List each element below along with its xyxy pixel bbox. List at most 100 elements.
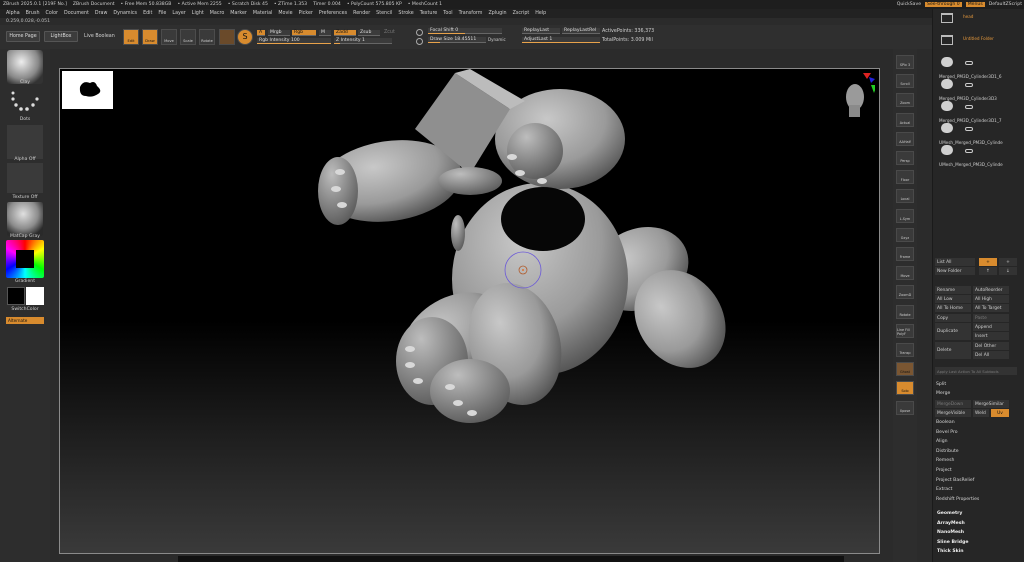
viewport-canvas[interactable]	[59, 68, 880, 554]
section-boolean[interactable]: Boolean	[936, 420, 955, 425]
new-folder-button[interactable]: New Folder	[935, 267, 975, 275]
shelf-button-zoom[interactable]: Zoom	[896, 93, 914, 108]
palette-thick-skin[interactable]: Thick Skin	[937, 549, 964, 554]
uv-button[interactable]: Uv	[991, 409, 1009, 417]
stroke-thumbnail[interactable]	[7, 87, 43, 117]
add-subtool-button[interactable]: +	[979, 258, 997, 266]
menu-dynamics[interactable]: Dynamics	[113, 11, 137, 16]
switch-color-button[interactable]: SwitchColor	[0, 307, 50, 312]
zadd-button[interactable]: Zadd	[334, 30, 356, 36]
menu-document[interactable]: Document	[64, 11, 89, 16]
shelf-button-persp[interactable]: Persp	[896, 151, 914, 165]
focal-shift-slider[interactable]: Focal Shift 0	[428, 28, 502, 34]
dynamic-button[interactable]: Dynamic	[488, 37, 506, 42]
replay-last-rel-button[interactable]: ReplayLastRel	[562, 28, 600, 34]
apply-last-action-button[interactable]: Apply Last Action To All Subtools	[935, 367, 1017, 375]
palette-sline-bridge[interactable]: Sline Bridge	[937, 540, 968, 545]
subtool-item[interactable]: head	[935, 11, 1023, 35]
palette-arraymesh[interactable]: ArrayMesh	[937, 521, 965, 526]
subtool-item[interactable]: UMesh_Merged_PM3D_Cylinde	[935, 121, 1023, 145]
section-extract[interactable]: Extract	[936, 487, 952, 492]
visibility-eye-icon[interactable]	[965, 149, 973, 153]
paste-button[interactable]: Paste	[973, 314, 1009, 322]
section-project[interactable]: Project	[936, 468, 952, 473]
alpha-thumbnail[interactable]	[7, 125, 43, 159]
menu-texture[interactable]: Texture	[420, 11, 438, 16]
section-project-basrelief[interactable]: Project BasRelief	[936, 478, 974, 483]
quicksave-button[interactable]: QuickSave	[897, 2, 921, 7]
draw-size-slider[interactable]: Draw Size 18.45511	[428, 37, 486, 43]
zcut-button[interactable]: Zcut	[384, 30, 395, 35]
delete-button[interactable]: Delete	[935, 342, 971, 359]
shelf-button-zoomd[interactable]: ZoomD	[896, 285, 914, 300]
menu-render[interactable]: Render	[353, 11, 370, 16]
menu-alpha[interactable]: Alpha	[6, 11, 20, 16]
material-thumbnail[interactable]	[7, 202, 43, 236]
shelf-button-line-fill-polyf[interactable]: Line Fill PolyF	[896, 323, 914, 338]
menu-transform[interactable]: Transform	[459, 11, 483, 16]
menu-tool[interactable]: Tool	[443, 11, 452, 16]
menu-movie[interactable]: Movie	[278, 11, 292, 16]
subtool-item[interactable]: Untitled Folder	[935, 33, 1023, 57]
merge-similar-button[interactable]: MergeSimilar	[973, 400, 1009, 408]
all-to-home-button[interactable]: All To Home	[935, 304, 971, 312]
all-low-button[interactable]: All Low	[935, 295, 971, 303]
shelf-button-local[interactable]: Local	[896, 189, 914, 204]
menu-brush[interactable]: Brush	[26, 11, 40, 16]
menu-help[interactable]: Help	[535, 11, 546, 16]
insert-button[interactable]: Insert	[973, 332, 1009, 340]
s-stroke-icon[interactable]: S	[237, 29, 253, 45]
brush-thumbnail[interactable]	[7, 50, 43, 84]
menu-preferences[interactable]: Preferences	[319, 11, 347, 16]
zsub-button[interactable]: Zsub	[358, 30, 380, 36]
draw-size-toggle-icon[interactable]	[416, 38, 423, 45]
orientation-head-icon[interactable]	[835, 71, 875, 121]
copy-button[interactable]: Copy	[935, 314, 971, 322]
menu-edit[interactable]: Edit	[143, 11, 152, 16]
menu-file[interactable]: File	[158, 11, 166, 16]
shelf-button-rotate[interactable]: Rotate	[896, 304, 914, 319]
section-remesh[interactable]: Remesh	[936, 458, 954, 463]
weld-button[interactable]: Weld	[973, 409, 989, 417]
shelf-button-frame[interactable]: Frame	[896, 247, 914, 261]
shelf-button-gxyz[interactable]: Gxyz	[896, 227, 914, 242]
menu-stencil[interactable]: Stencil	[376, 11, 392, 16]
rgb-button[interactable]: Rgb	[292, 30, 316, 36]
list-all-button[interactable]: List All	[935, 258, 975, 266]
del-other-button[interactable]: Del Other	[973, 342, 1009, 350]
section-distribute[interactable]: Distribute	[936, 449, 959, 454]
menus-button[interactable]: Menus	[965, 2, 985, 7]
menu-zplugin[interactable]: Zplugin	[488, 11, 506, 16]
lightbox-button[interactable]: LightBox	[44, 31, 78, 42]
split-section[interactable]: Split	[936, 382, 946, 387]
rgb-intensity-slider[interactable]: Rgb Intensity 100	[257, 38, 331, 44]
shelf-button-transp[interactable]: Transp	[896, 343, 914, 357]
rename-button[interactable]: Rename	[935, 286, 971, 294]
scale-button[interactable]: Scale	[180, 29, 196, 45]
rotate-button[interactable]: Rotate	[199, 29, 215, 45]
material-sphere-icon[interactable]	[219, 29, 235, 45]
focal-toggle-icon[interactable]	[416, 29, 423, 36]
menu-macro[interactable]: Macro	[210, 11, 225, 16]
menu-light[interactable]: Light	[192, 11, 204, 16]
shelf-button-spix-3[interactable]: SPix 3	[896, 55, 914, 69]
edit-button[interactable]: Edit	[123, 29, 139, 45]
merge-visible-button[interactable]: MergeVisible	[935, 409, 971, 417]
auto-reorder-button[interactable]: AutoReorder	[973, 286, 1009, 294]
menu-color[interactable]: Color	[45, 11, 58, 16]
all-to-target-button[interactable]: All To Target	[973, 304, 1009, 312]
menu-draw[interactable]: Draw	[95, 11, 108, 16]
shelf-button-scroll[interactable]: Scroll	[896, 74, 914, 89]
move-button[interactable]: Move	[161, 29, 177, 45]
section-bevel-pro[interactable]: Bevel Pro	[936, 430, 958, 435]
section-redshift-properties[interactable]: Redshift Properties	[936, 497, 979, 502]
alternate-button[interactable]: Alternate	[6, 317, 44, 324]
shelf-button-move[interactable]: Move	[896, 266, 914, 281]
menu-marker[interactable]: Marker	[230, 11, 247, 16]
menu-material[interactable]: Material	[253, 11, 273, 16]
shelf-button-xpose[interactable]: Xpose	[896, 400, 914, 415]
merge-section[interactable]: Merge	[936, 391, 950, 396]
z-intensity-slider[interactable]: Z Intensity 1	[334, 38, 392, 44]
move-up-button[interactable]: ↑	[979, 267, 997, 275]
m-button[interactable]: M	[319, 30, 331, 36]
